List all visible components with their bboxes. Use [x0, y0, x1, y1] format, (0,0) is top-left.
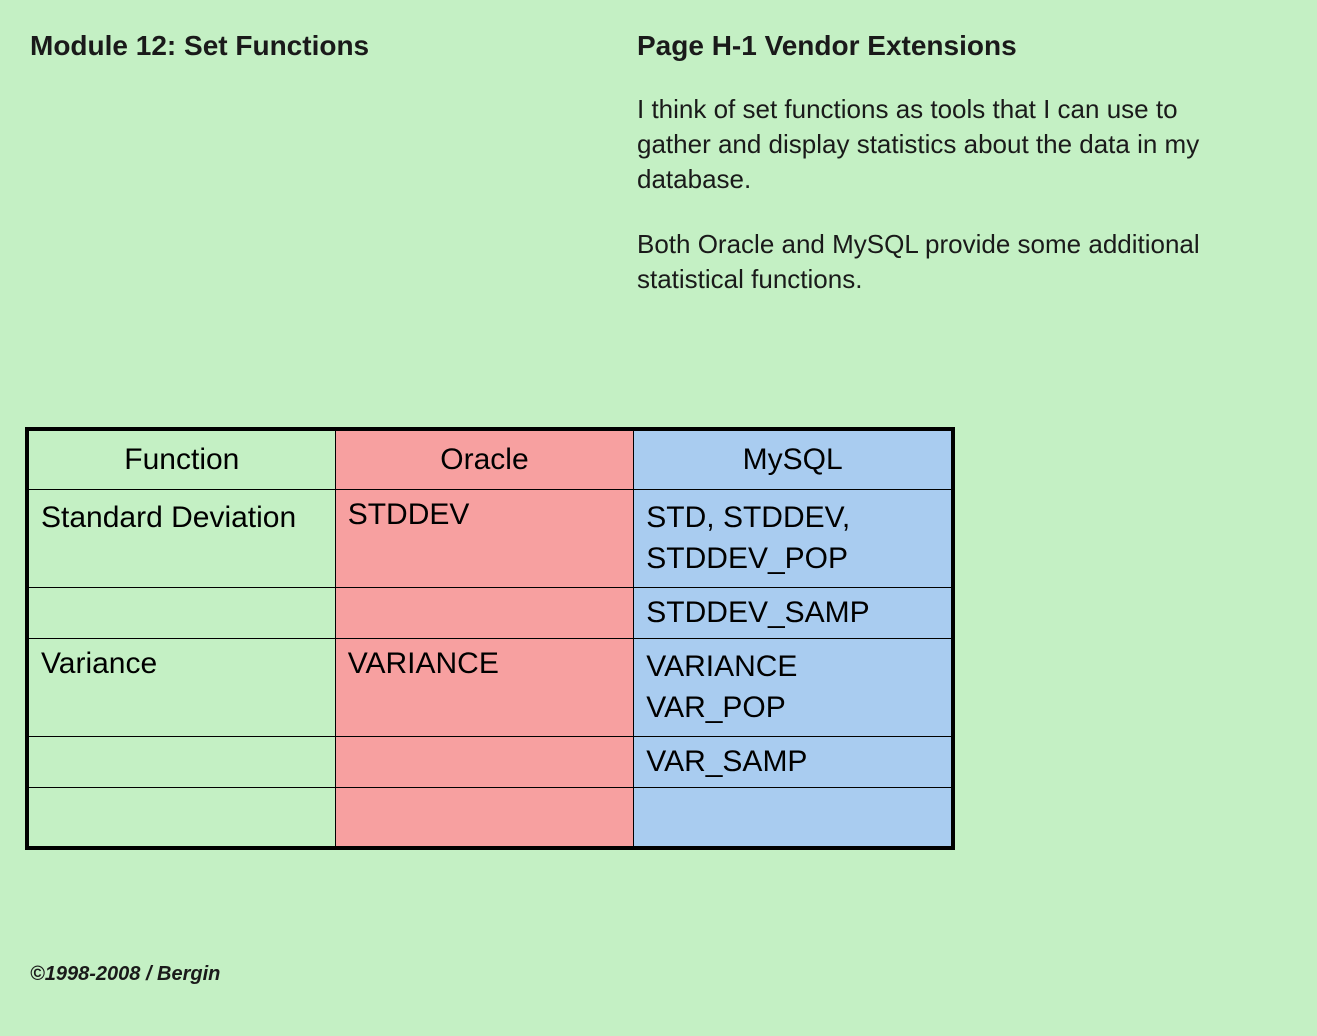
- table-header-row: Function Oracle MySQL: [27, 429, 953, 490]
- header-function: Function: [27, 429, 335, 490]
- cell-oracle: VARIANCE: [335, 639, 634, 737]
- functions-table: Function Oracle MySQL Standard Deviation…: [25, 427, 955, 850]
- page-title: Page H-1 Vendor Extensions: [637, 30, 1227, 62]
- cell-mysql: VAR_SAMP: [634, 737, 953, 788]
- header-row: Module 12: Set Functions Page H-1 Vendor…: [30, 30, 1287, 327]
- module-title: Module 12: Set Functions: [30, 30, 369, 327]
- cell-function: Variance: [27, 639, 335, 737]
- table-container: Function Oracle MySQL Standard Deviation…: [25, 427, 1287, 850]
- cell-oracle: [335, 737, 634, 788]
- table-row: Variance VARIANCE VARIANCEVAR_POP: [27, 639, 953, 737]
- table-row: [27, 788, 953, 848]
- cell-function: [27, 588, 335, 639]
- paragraph-1: I think of set functions as tools that I…: [637, 92, 1227, 197]
- cell-mysql: STD, STDDEV, STDDEV_POP: [634, 490, 953, 588]
- cell-mysql: VARIANCEVAR_POP: [634, 639, 953, 737]
- paragraph-2: Both Oracle and MySQL provide some addit…: [637, 227, 1227, 297]
- cell-oracle: [335, 588, 634, 639]
- cell-oracle: STDDEV: [335, 490, 634, 588]
- header-oracle: Oracle: [335, 429, 634, 490]
- right-column: Page H-1 Vendor Extensions I think of se…: [637, 30, 1227, 327]
- cell-oracle: [335, 788, 634, 848]
- cell-function: [27, 788, 335, 848]
- copyright: ©1998-2008 / Bergin: [30, 963, 220, 986]
- table-row: STDDEV_SAMP: [27, 588, 953, 639]
- header-mysql: MySQL: [634, 429, 953, 490]
- cell-function: [27, 737, 335, 788]
- table-row: VAR_SAMP: [27, 737, 953, 788]
- table-row: Standard Deviation STDDEV STD, STDDEV, S…: [27, 490, 953, 588]
- cell-mysql: [634, 788, 953, 848]
- cell-function: Standard Deviation: [27, 490, 335, 588]
- cell-mysql: STDDEV_SAMP: [634, 588, 953, 639]
